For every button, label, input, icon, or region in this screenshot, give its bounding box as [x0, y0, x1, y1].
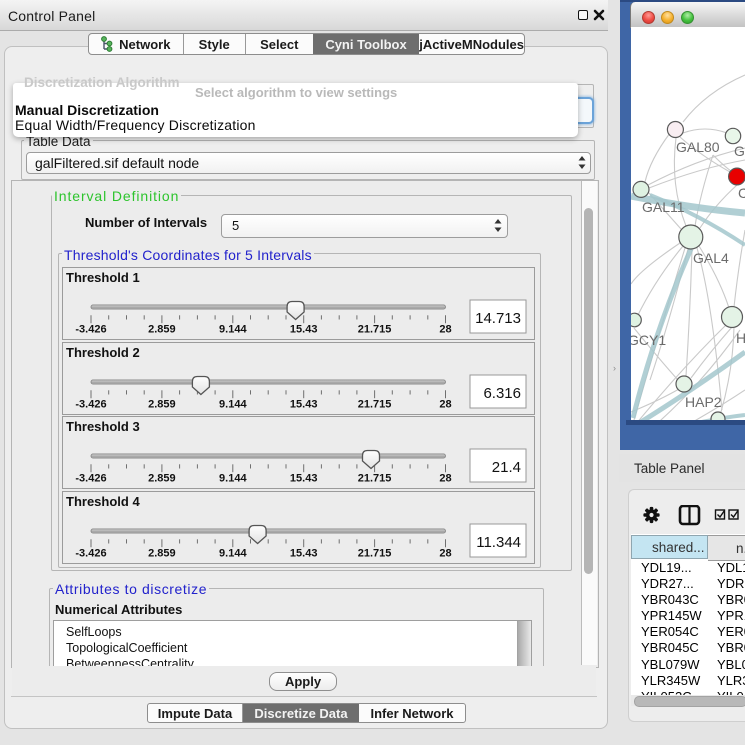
svg-text:28: 28	[439, 324, 451, 336]
svg-text:GAL4: GAL4	[693, 250, 729, 266]
svg-text:2.859: 2.859	[148, 399, 176, 411]
svg-text:15.43: 15.43	[290, 324, 318, 336]
svg-text:15.43: 15.43	[290, 473, 318, 485]
svg-text:28: 28	[439, 473, 451, 485]
svg-text:Threshold 4: Threshold 4	[66, 494, 140, 509]
svg-text:21.715: 21.715	[358, 399, 392, 411]
svg-text:Threshold 1: Threshold 1	[66, 270, 140, 285]
svg-text:14.713: 14.713	[475, 310, 521, 327]
svg-text:-3.426: -3.426	[75, 473, 106, 485]
svg-text:G...: G...	[734, 143, 745, 159]
svg-text:H: H	[736, 330, 745, 346]
svg-text:C: C	[738, 185, 745, 201]
svg-text:-3.426: -3.426	[75, 399, 106, 411]
svg-text:15.43: 15.43	[290, 399, 318, 411]
svg-text:6.316: 6.316	[483, 385, 521, 402]
svg-text:Threshold 2: Threshold 2	[66, 345, 140, 360]
svg-text:11.344: 11.344	[476, 534, 521, 551]
svg-text:21.715: 21.715	[358, 324, 392, 336]
svg-text:28: 28	[439, 548, 451, 560]
svg-text:28: 28	[439, 399, 451, 411]
svg-text:GAL80: GAL80	[676, 139, 720, 155]
svg-text:9.144: 9.144	[219, 324, 247, 336]
svg-text:Threshold 3: Threshold 3	[66, 419, 140, 434]
svg-text:9.144: 9.144	[219, 548, 247, 560]
svg-text:2.859: 2.859	[148, 473, 176, 485]
svg-text:9.144: 9.144	[219, 399, 247, 411]
svg-text:HAP2: HAP2	[685, 394, 722, 410]
svg-text:21.715: 21.715	[358, 473, 392, 485]
svg-text:15.43: 15.43	[290, 548, 318, 560]
svg-text:GCY1: GCY1	[631, 332, 666, 348]
svg-text:-3.426: -3.426	[75, 548, 106, 560]
svg-text:GAL11: GAL11	[642, 199, 685, 215]
svg-text:9.144: 9.144	[219, 473, 247, 485]
svg-text:2.859: 2.859	[148, 548, 176, 560]
svg-text:-3.426: -3.426	[75, 324, 106, 336]
svg-text:21.4: 21.4	[492, 459, 521, 476]
svg-text:2.859: 2.859	[148, 324, 176, 336]
svg-text:21.715: 21.715	[358, 548, 392, 560]
